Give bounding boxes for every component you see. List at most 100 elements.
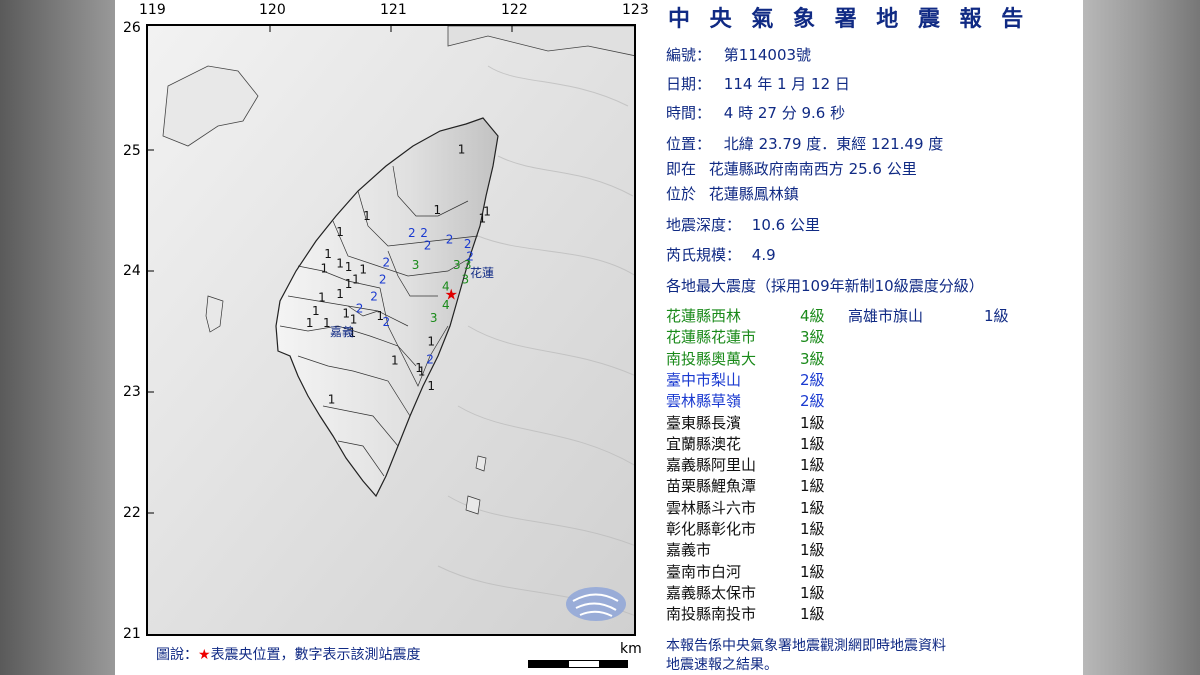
report-near-row: 即在 花蓮縣政府南南西方 25.6 公里 (666, 158, 917, 179)
background-right (1083, 0, 1200, 675)
station-intensity-1: 1 (363, 209, 371, 223)
station-intensity-1: 1 (479, 212, 487, 226)
report-title: 中 央 氣 象 署 地 震 報 告 (668, 7, 1030, 32)
station-intensity-1: 1 (336, 257, 344, 271)
station-intensity-2: 2 (356, 302, 364, 316)
intensity-level: 1級 (800, 498, 825, 517)
lat-tick-label: 24 (123, 263, 141, 279)
station-intensity-2: 2 (424, 238, 432, 252)
report-depth-row: 地震深度： 10.6 公里 (666, 214, 820, 235)
map-svg: 111111111 1 1111111 11 1111111112 22 2 22222222… (148, 26, 634, 634)
station-intensity-3: 3 (462, 272, 470, 286)
station-intensity-3: 3 (412, 258, 420, 272)
footnote-line: 地震速報之結果。 (666, 657, 778, 673)
number-label: 編號： (666, 46, 712, 64)
intensity-station-name: 臺南市白河 (666, 562, 742, 581)
intensity-level: 1級 (800, 456, 825, 475)
intensity-station-name: 南投縣奧萬大 (666, 349, 757, 368)
lat-tick-label: 25 (123, 143, 141, 159)
lat-tick-label: 21 (123, 626, 141, 642)
intensity-station-name: 雲林縣斗六市 (666, 498, 757, 517)
report-time-row: 時間： 4 時 27 分 9.6 秒 (666, 102, 845, 123)
intensity-station-name: 嘉義縣阿里山 (666, 456, 757, 475)
position-label: 位置： (666, 135, 712, 153)
intensity-level: 1級 (800, 541, 825, 560)
station-intensity-1: 1 (318, 291, 326, 305)
intensity-level: 1級 (800, 413, 825, 432)
intensity-level: 1級 (800, 562, 825, 581)
intensity-header: 各地最大震度（採用109年新制10級震度分級） (666, 277, 984, 295)
station-intensity-2: 2 (379, 272, 387, 286)
position-value: 北緯 23.79 度．東經 121.49 度 (723, 135, 944, 153)
footnote-line: 本報告係中央氣象署地震觀測網即時地震資料 (666, 638, 946, 654)
lat-tick-label: 22 (123, 505, 141, 521)
report-magnitude-row: 芮氏規模： 4.9 (666, 244, 776, 265)
intensity-station-name: 嘉義縣太保市 (666, 583, 757, 602)
intensity-level: 1級 (800, 477, 825, 496)
depth-label: 地震深度： (666, 216, 742, 234)
station-intensity-1: 1 (306, 316, 314, 330)
intensity-level: 2級 (800, 370, 825, 389)
intensity-level: 1級 (800, 605, 825, 624)
intensity-station-name: 臺東縣長濱 (666, 413, 742, 432)
intensity-station-name: 苗栗縣鯉魚潭 (666, 477, 757, 496)
depth-value: 10.6 公里 (751, 216, 820, 234)
station-intensity-2: 2 (383, 255, 391, 269)
intensity-level: 3級 (800, 349, 825, 368)
station-intensity-2: 2 (383, 315, 391, 329)
intensity-station-name: 臺中市梨山 (666, 370, 742, 389)
located-label: 位於 (666, 185, 697, 203)
map-frame[interactable]: 1111111111111111111111111111222222222222… (146, 24, 636, 636)
scale-segment (568, 660, 600, 668)
date-label: 日期： (666, 75, 712, 93)
lon-tick-label: 121 (380, 2, 407, 18)
intensity-level: 1級 (800, 520, 825, 538)
epicenter-star-icon: ★ (445, 285, 458, 303)
epicenter-star-icon: ★ (198, 647, 211, 663)
station-intensity-1: 1 (328, 393, 336, 407)
report-position-row: 位置： 北緯 23.79 度．東經 121.49 度 (666, 133, 943, 154)
intensity-station-name: 雲林縣草嶺 (666, 392, 742, 411)
scale-segment (528, 660, 568, 668)
hualien-label: 花蓮 (470, 265, 494, 280)
station-intensity-1: 1 (418, 365, 426, 379)
station-intensity-1: 1 (359, 263, 367, 277)
magnitude-value: 4.9 (751, 246, 776, 264)
scale-unit: km (620, 641, 642, 657)
lon-tick-label: 122 (501, 2, 528, 18)
date-value: 114 年 1 月 12 日 (723, 75, 850, 93)
scale-segment (600, 660, 628, 668)
lat-tick-label: 23 (123, 384, 141, 400)
magnitude-label: 芮氏規模： (666, 246, 742, 264)
intensity-station-name: 南投縣南投市 (666, 605, 757, 624)
station-intensity-1: 1 (352, 272, 360, 286)
time-value: 4 時 27 分 9.6 秒 (723, 104, 846, 122)
lat-tick-label: 26 (123, 20, 141, 36)
legend-prefix: 圖說： (156, 647, 198, 663)
station-intensity-1: 1 (336, 225, 344, 239)
station-intensity-2: 2 (426, 353, 434, 367)
intensity-station-name: 嘉義市 (666, 541, 712, 560)
station-intensity-3: 3 (453, 258, 461, 272)
intensity-level: 3級 (800, 328, 825, 347)
report-date-row: 日期： 114 年 1 月 12 日 (666, 73, 850, 94)
lon-tick-label: 123 (622, 2, 649, 18)
lon-tick-label: 120 (259, 2, 286, 18)
green-island (475, 455, 487, 472)
report-number-row: 編號： 第114003號 (666, 44, 811, 65)
chiayi-label: 嘉義 (330, 324, 354, 339)
time-label: 時間： (666, 104, 712, 122)
near-value: 花蓮縣政府南南西方 25.6 公里 (708, 160, 917, 178)
near-label: 即在 (666, 160, 697, 178)
station-intensity-3: 3 (430, 311, 438, 325)
intensity-level: 2級 (800, 392, 825, 411)
located-value: 花蓮縣鳳林鎮 (708, 185, 799, 203)
intensity-station-name: 花蓮縣花蓮市 (666, 328, 757, 347)
extra-intensity-level: 1級 (984, 307, 1009, 325)
scale-bar (528, 660, 628, 668)
station-intensity-2: 2 (408, 226, 416, 240)
station-intensity-1: 1 (345, 277, 353, 291)
intensity-station-name: 宜蘭縣澳花 (666, 434, 742, 453)
station-intensity-1: 1 (434, 203, 442, 217)
station-intensity-1: 1 (427, 334, 435, 348)
